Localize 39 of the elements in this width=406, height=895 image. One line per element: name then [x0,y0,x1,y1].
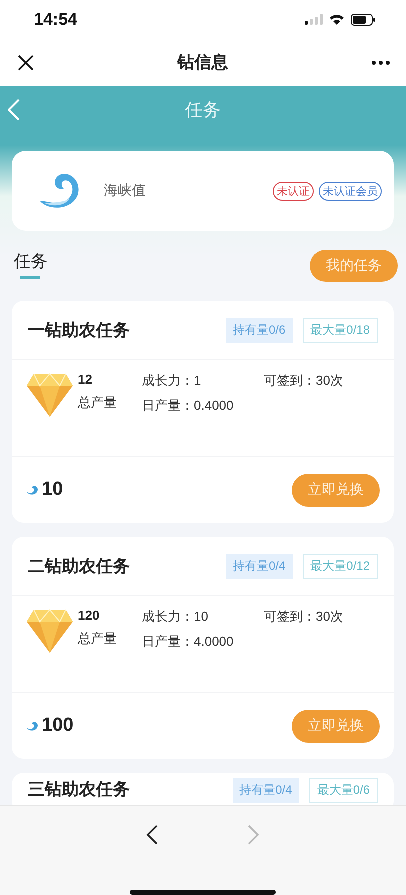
held-count: 持有量0/4 [232,778,300,804]
checkin-count: 可签到：30次 [264,372,344,390]
held-count: 持有量0/4 [226,554,293,579]
wave-coin-icon [26,720,39,732]
task-price: 100 [42,715,74,738]
diamond-icon [26,372,74,418]
growth-value: 成长力：1 [142,372,202,390]
status-tag: 未认证会员 [319,182,382,201]
task-price: 10 [42,479,64,502]
task-title: 二钻助农任务 [28,556,130,578]
growth-value: 成长力：10 [142,608,210,626]
max-count: 最大量0/12 [302,554,378,579]
total-output-label: 总产量 [78,394,118,412]
redeem-button[interactable]: 立即兑换 [292,474,380,507]
total-output-label: 总产量 [78,630,118,648]
my-tasks-button[interactable]: 我的任务 [310,250,398,282]
diamond-icon [26,608,74,654]
wifi-icon [329,14,345,26]
max-count: 最大量0/18 [302,318,378,343]
battery-icon [351,14,376,26]
signal-icon [305,14,323,26]
wave-coin-icon [26,484,39,496]
total-output: 12 [78,372,94,388]
close-icon[interactable] [18,54,34,71]
checkin-count: 可签到：30次 [264,608,344,626]
status-time: 14:54 [34,10,78,30]
task-title: 一钻助农任务 [28,320,130,342]
held-count: 持有量0/6 [226,318,293,343]
total-output: 120 [78,608,101,624]
page-title: 钻信息 [178,52,228,74]
more-icon[interactable] [372,60,390,65]
redeem-button[interactable]: 立即兑换 [292,710,380,743]
profile-name: 海峡值 [104,182,147,200]
daily-output: 日产量：0.4000 [142,397,235,416]
task-title: 三钻助农任务 [28,779,130,802]
status-tag: 未认证 [273,182,314,201]
header-title: 任务 [185,99,221,122]
daily-output: 日产量：4.0000 [142,633,235,652]
max-count: 最大量0/6 [309,778,378,804]
